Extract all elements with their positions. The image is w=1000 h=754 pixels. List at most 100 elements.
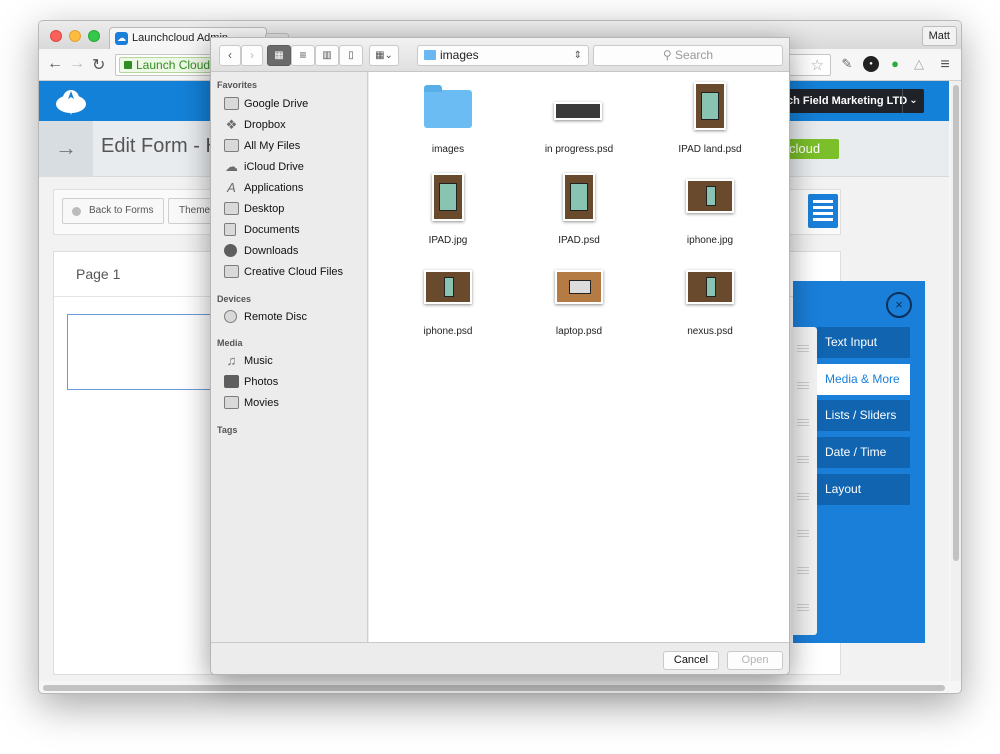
zoom-window-button[interactable] [88,30,100,42]
file-item[interactable]: laptop.psd [514,262,644,342]
form-preview-icon[interactable] [808,194,838,228]
secure-origin-chip[interactable]: Launch Cloud [119,57,218,73]
sidebar-item-icloud-drive[interactable]: ☁ iCloud Drive [217,157,365,177]
sidebar-item-label: Dropbox [244,119,286,131]
ipad-thumbnail-icon [694,82,726,130]
launchcloud-logo-icon[interactable] [53,85,89,117]
sidebar-item-label: Desktop [244,203,285,215]
file-name: nexus.psd [687,326,733,337]
menu-icon[interactable]: ≡ [937,56,953,73]
sidebar-item-music[interactable]: ♫ Music [217,351,365,371]
cover-flow-icon[interactable]: ▯ [339,45,363,66]
expand-arrow-button[interactable]: → [39,121,93,177]
file-item[interactable]: in progress.psd [514,80,644,160]
file-item[interactable]: images [383,80,513,160]
sidebar-item-creative-cloud-files[interactable]: Creative Cloud Files [217,262,365,282]
dialog-sidebar: Favorites Google Drive ❖ Dropbox All My F… [211,72,368,642]
open-button[interactable]: Open [727,651,783,670]
file-item[interactable]: IPAD.psd [514,171,644,251]
back-to-forms-button[interactable]: Back to Forms [62,198,165,224]
folder-icon [424,50,436,60]
sidebar-item-label: Photos [244,376,279,388]
laptop-thumbnail-icon [555,270,603,304]
palette-text-input[interactable]: Text Input [817,327,910,358]
sidebar-item-label: Applications [244,182,304,194]
file-item[interactable]: IPAD.jpg [383,171,513,251]
chevron-left-icon[interactable]: ‹ [219,45,241,66]
close-window-button[interactable] [50,30,62,42]
search-placeholder: Search [675,48,714,62]
folder-icon [224,265,239,278]
folder-icon [424,85,472,128]
disc-icon [224,310,237,323]
column-view-icon[interactable]: ▥ [315,45,339,66]
page-tab[interactable]: Page 1 [76,266,120,282]
back-to-forms-label: Back to Forms [89,205,154,216]
file-item[interactable]: iphone.psd [383,262,513,342]
camera-icon [224,375,239,388]
triangle-extension-icon[interactable]: △ [911,56,927,72]
chevron-right-icon[interactable]: › [241,45,263,66]
applications-icon: A [227,180,236,195]
theme-button[interactable]: Theme [168,198,214,224]
sidebar-item-label: Creative Cloud Files [244,266,344,278]
sidebar-item-google-drive[interactable]: Google Drive [217,94,365,114]
palette-drag-handles[interactable] [791,327,817,635]
palette-lists-sliders[interactable]: Lists / Sliders [817,400,910,431]
arrange-icon[interactable]: ▦⌄ [369,45,399,66]
lock-icon [124,61,132,69]
icon-view-icon[interactable]: ▦ [267,45,291,66]
search-icon: ⚲ [662,48,676,62]
page-horizontal-scrollbar[interactable] [43,685,945,691]
sidebar-heading-tags: Tags [217,425,238,435]
sidebar-item-label: Music [244,355,273,367]
sidebar-item-dropbox[interactable]: ❖ Dropbox [217,115,365,135]
palette-date-time[interactable]: Date / Time [817,437,910,468]
sidebar-item-desktop[interactable]: Desktop [217,199,365,219]
sidebar-item-applications[interactable]: A Applications [217,178,365,198]
file-name: in progress.psd [544,144,614,155]
nexus-thumbnail-icon [686,270,734,304]
leaf-extension-icon[interactable]: ● [887,56,903,72]
cancel-button[interactable]: Cancel [663,651,719,670]
list-view-icon[interactable]: ≡ [291,45,315,66]
back-arrow-icon[interactable]: ← [47,55,63,73]
iphone-thumbnail-icon [424,270,472,304]
forward-arrow-icon[interactable]: → [69,55,85,73]
palette-media-more[interactable]: Media & More [817,364,910,395]
sidebar-item-all-my-files[interactable]: All My Files [217,136,365,156]
documents-icon [224,223,236,236]
dialog-search-field[interactable]: ⚲ Search [593,45,783,66]
secure-origin-label: Launch Cloud [136,58,211,72]
file-item[interactable]: nexus.psd [645,262,775,342]
file-item[interactable]: IPAD land.psd [645,80,775,160]
vertical-scroll-thumb[interactable] [953,85,959,561]
sidebar-heading-media: Media [217,338,243,348]
sidebar-item-photos[interactable]: Photos [217,372,365,392]
file-name: iphone.jpg [686,235,734,246]
profile-button[interactable]: Matt [921,26,957,46]
sidebar-item-movies[interactable]: Movies [217,393,365,413]
ghostery-extension-icon[interactable]: ● [863,56,879,72]
palette-layout[interactable]: Layout [817,474,910,505]
company-name: ch Field Marketing LTD [787,95,908,107]
evernote-extension-icon[interactable]: ✎ [839,56,855,72]
bookmark-star-icon[interactable]: ☆ [811,56,824,74]
sidebar-item-documents[interactable]: Documents [217,220,365,240]
sidebar-item-label: Downloads [244,245,299,257]
reload-icon[interactable]: ↻ [92,55,105,75]
iphone-thumbnail-icon [686,179,734,213]
page-title: Edit Form - H [101,135,220,157]
close-palette-button[interactable]: × [886,292,912,318]
company-selector[interactable]: ch Field Marketing LTD ⌄ [767,89,924,113]
path-popup[interactable]: images ⇕ [417,45,589,66]
folder-icon [224,97,239,110]
chevron-down-icon: ⌄ [902,89,924,113]
file-open-dialog: ‹ › ▦ ≡ ▥ ▯ ▦⌄ images ⇕ ⚲ Search Favorit… [210,37,790,675]
sidebar-item-downloads[interactable]: Downloads [217,241,365,261]
file-item[interactable]: iphone.jpg [645,171,775,251]
minimize-window-button[interactable] [69,30,81,42]
dialog-toolbar: ‹ › ▦ ≡ ▥ ▯ ▦⌄ images ⇕ ⚲ Search [211,38,789,72]
sidebar-item-remote-disc[interactable]: Remote Disc [217,307,365,327]
page-vertical-scrollbar[interactable] [951,81,961,681]
